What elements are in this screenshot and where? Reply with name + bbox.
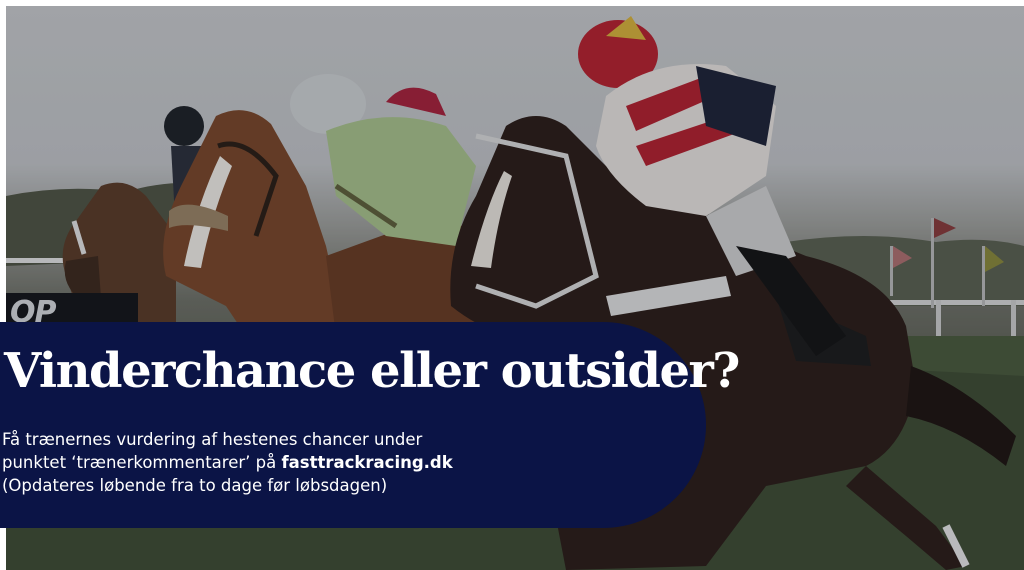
ad-body-line-2-prefix: punktet ‘trænerkommentarer’ på xyxy=(2,453,282,472)
website-link[interactable]: fasttrackracing.dk xyxy=(281,453,452,472)
ad-body: Få trænernes vurdering af hestenes chanc… xyxy=(2,428,602,497)
ad-body-line-2: punktet ‘trænerkommentarer’ på fasttrack… xyxy=(2,451,602,474)
ad-body-line-3: (Opdateres løbende fra to dage før løbsd… xyxy=(2,476,388,495)
ad-body-line-1: Få trænernes vurdering af hestenes chanc… xyxy=(2,430,423,449)
ad-headline: Vinderchance eller outsider? xyxy=(4,343,740,399)
